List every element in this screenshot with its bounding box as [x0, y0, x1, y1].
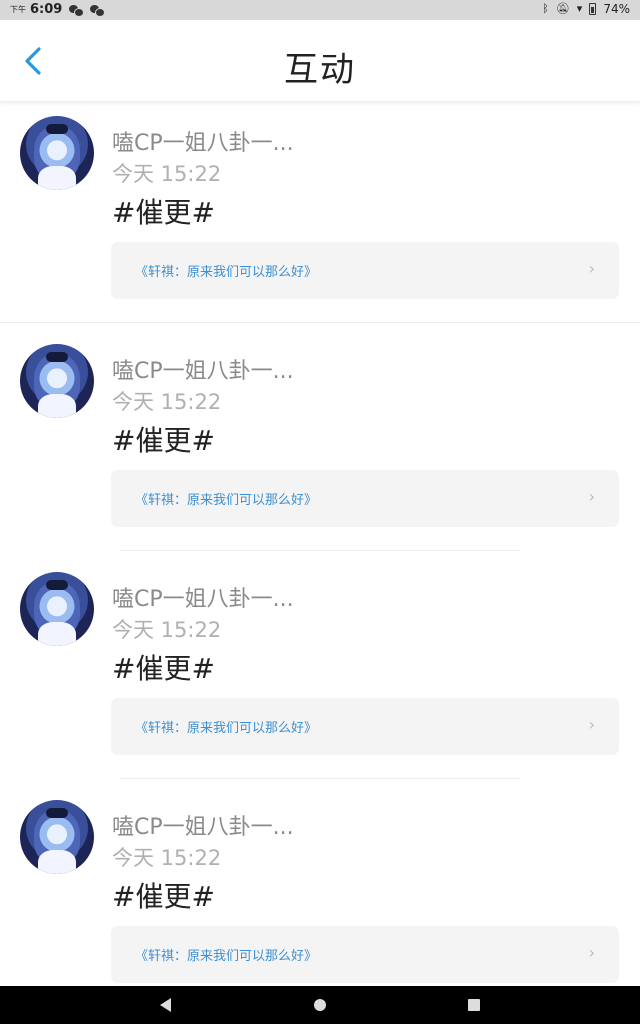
status-ampm: 下午: [10, 5, 26, 14]
avatar[interactable]: [20, 800, 94, 874]
quoted-story-card[interactable]: 《轩祺：原来我们可以那么好》 ›: [111, 698, 619, 755]
timestamp: 今天 15:22: [112, 846, 222, 870]
status-left: 下午 6:09: [10, 2, 106, 17]
username[interactable]: 嗑CP一姐八卦一...: [112, 125, 294, 157]
page-title: 互动: [284, 50, 356, 90]
wechat-icon: [90, 4, 106, 17]
battery-level: 74%: [603, 2, 630, 16]
feed-item: 嗑CP一姐八卦一... 今天 15:22 #催更# 《轩祺：原来我们可以那么好》…: [0, 559, 640, 787]
status-time: 6:09: [30, 2, 63, 17]
comment-text: #催更#: [112, 424, 215, 457]
mute-icon: 🔕︎: [555, 2, 570, 15]
bluetooth-icon: ᛒ: [542, 2, 549, 15]
avatar[interactable]: [20, 116, 94, 190]
app-header: 互动: [0, 20, 640, 102]
username[interactable]: 嗑CP一姐八卦一...: [112, 809, 294, 841]
wifi-icon: ▾: [576, 2, 583, 15]
chevron-right-icon: ›: [588, 715, 595, 734]
nav-back-button[interactable]: [136, 986, 196, 1024]
status-right: ᛒ 🔕︎ ▾ 74%: [542, 2, 630, 16]
comment-text: #催更#: [112, 880, 215, 913]
username[interactable]: 嗑CP一姐八卦一...: [112, 353, 294, 385]
timestamp: 今天 15:22: [112, 390, 222, 414]
username[interactable]: 嗑CP一姐八卦一...: [112, 581, 294, 613]
feed-item: 嗑CP一姐八卦一... 今天 15:22 #催更# 《轩祺：原来我们可以那么好》…: [0, 103, 640, 331]
avatar[interactable]: [20, 572, 94, 646]
feed-item: 嗑CP一姐八卦一... 今天 15:22 #催更# 《轩祺：原来我们可以那么好》…: [0, 787, 640, 1015]
nav-home-button[interactable]: [290, 986, 350, 1024]
timestamp: 今天 15:22: [112, 162, 222, 186]
divider: [120, 778, 520, 779]
quoted-story-title: 《轩祺：原来我们可以那么好》: [135, 493, 318, 508]
chevron-right-icon: ›: [588, 259, 595, 278]
wechat-icon: [69, 4, 85, 17]
system-nav-bar: [0, 986, 640, 1024]
quoted-story-card[interactable]: 《轩祺：原来我们可以那么好》 ›: [111, 926, 619, 983]
nav-recents-button[interactable]: [444, 986, 504, 1024]
divider: [0, 322, 640, 323]
quoted-story-card[interactable]: 《轩祺：原来我们可以那么好》 ›: [111, 470, 619, 527]
quoted-story-card[interactable]: 《轩祺：原来我们可以那么好》 ›: [111, 242, 619, 299]
interaction-feed: 嗑CP一姐八卦一... 今天 15:22 #催更# 《轩祺：原来我们可以那么好》…: [0, 103, 640, 1015]
comment-text: #催更#: [112, 196, 215, 229]
chevron-right-icon: ›: [588, 487, 595, 506]
status-bar: 下午 6:09 ᛒ 🔕︎ ▾ 74%: [0, 0, 640, 20]
timestamp: 今天 15:22: [112, 618, 222, 642]
quoted-story-title: 《轩祺：原来我们可以那么好》: [135, 721, 318, 736]
chevron-right-icon: ›: [588, 943, 595, 962]
divider: [120, 550, 520, 551]
feed-item: 嗑CP一姐八卦一... 今天 15:22 #催更# 《轩祺：原来我们可以那么好》…: [0, 331, 640, 559]
quoted-story-title: 《轩祺：原来我们可以那么好》: [135, 265, 318, 280]
quoted-story-title: 《轩祺：原来我们可以那么好》: [135, 949, 318, 964]
avatar[interactable]: [20, 344, 94, 418]
battery-icon: [589, 3, 597, 15]
comment-text: #催更#: [112, 652, 215, 685]
